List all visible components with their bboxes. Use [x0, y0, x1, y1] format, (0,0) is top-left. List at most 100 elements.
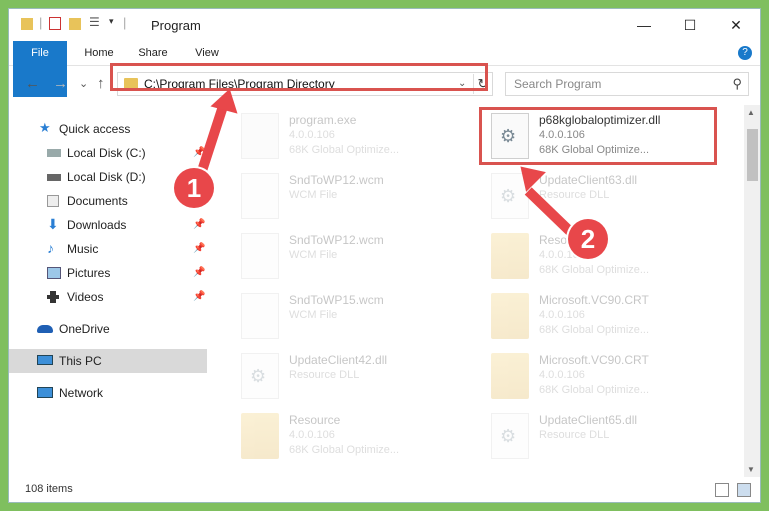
network-icon [37, 387, 53, 398]
folder-icon [241, 413, 279, 459]
forward-button[interactable]: → [53, 75, 68, 92]
large-icons-view-icon[interactable] [737, 483, 751, 497]
pin-icon[interactable]: 📌 [193, 213, 205, 237]
sidebar-item-videos[interactable]: Videos 📌 [9, 285, 207, 309]
back-button[interactable]: ← [25, 75, 40, 92]
folder-icon [491, 233, 529, 279]
recent-locations-button[interactable]: ⌄ [79, 77, 88, 90]
sidebar-item-music[interactable]: ♪ Music 📌 [9, 237, 207, 261]
cloud-icon [37, 325, 53, 333]
doc-icon [241, 233, 279, 279]
doc-icon [241, 173, 279, 219]
sidebar-item-this-pc[interactable]: This PC [9, 349, 207, 373]
file-item[interactable]: SndToWP12.wcm WCM File [233, 169, 469, 225]
file-name: UpdateClient65.dll [539, 413, 638, 427]
pin-icon[interactable]: 📌 [193, 237, 205, 261]
pin-icon[interactable]: 📌 [193, 285, 205, 309]
file-item[interactable]: ⚙ UpdateClient65.dll Resource DLL [483, 409, 719, 465]
videos-icon [47, 291, 59, 303]
sidebar-item-label: Network [59, 386, 104, 400]
file-description: 68K Global Optimize... [539, 264, 650, 276]
maximize-button[interactable]: ☐ [667, 9, 713, 41]
sidebar-item-label: Downloads [67, 218, 127, 232]
sidebar-item-network[interactable]: Network [9, 381, 207, 405]
folder-icon [21, 18, 33, 30]
file-name: UpdateClient42.dll [289, 353, 388, 367]
file-description: 68K Global Optimize... [289, 444, 400, 456]
file-type: WCM File [289, 249, 338, 261]
separator: | [39, 15, 43, 30]
scroll-up-icon[interactable]: ▲ [747, 108, 755, 117]
file-item[interactable]: Microsoft.VC90.CRT 4.0.0.106 68K Global … [483, 349, 719, 405]
file-item[interactable]: SndToWP12.wcm WCM File [233, 229, 469, 285]
file-description: 68K Global Optimize... [539, 324, 650, 336]
pictures-icon [47, 267, 61, 279]
title-bar: | ☰ ▾ | Program — ☐ ✕ [9, 9, 760, 41]
tab-home[interactable]: Home [77, 41, 121, 65]
file-type: WCM File [289, 189, 338, 201]
navigation-pane: ★ Quick access Local Disk (C:) 📌 Local D… [9, 105, 214, 477]
file-version: 4.0.0.106 [539, 309, 585, 321]
file-name: Microsoft.VC90.CRT [539, 353, 649, 367]
file-name: SndToWP12.wcm [289, 173, 384, 187]
sidebar-item-local-disk-c[interactable]: Local Disk (C:) 📌 [9, 141, 207, 165]
gear-icon: ⚙ [500, 426, 517, 446]
file-version: 4.0.0.106 [289, 429, 335, 441]
sidebar-item-label: Quick access [59, 122, 131, 136]
close-button[interactable]: ✕ [713, 9, 759, 41]
file-item[interactable]: program.exe 4.0.0.106 68K Global Optimiz… [233, 109, 469, 165]
sidebar-item-label: This PC [59, 354, 102, 368]
file-type: Resource DLL [539, 429, 610, 441]
pc-icon [37, 355, 53, 365]
file-description: 68K Global Optimize... [539, 384, 650, 396]
details-view-icon[interactable] [715, 483, 729, 497]
tab-share[interactable]: Share [131, 41, 175, 65]
minimize-button[interactable]: — [621, 9, 667, 41]
sidebar-item-pictures[interactable]: Pictures 📌 [9, 261, 207, 285]
sidebar-item-downloads[interactable]: ⬇ Downloads 📌 [9, 213, 207, 237]
tab-view[interactable]: View [185, 41, 229, 65]
window-title: Program [151, 18, 201, 33]
scroll-thumb[interactable] [747, 129, 758, 181]
sidebar-item-label: Pictures [67, 266, 111, 280]
pin-icon[interactable]: 📌 [193, 261, 205, 285]
vertical-scrollbar[interactable]: ▲ ▼ [744, 105, 760, 477]
step-badge-1: 1 [174, 168, 214, 208]
sidebar-item-label: Local Disk (C:) [67, 146, 146, 160]
properties-icon[interactable] [49, 17, 61, 30]
star-icon: ★ [39, 120, 51, 135]
gear-icon: ⚙ [500, 186, 517, 206]
file-item[interactable]: ⚙ UpdateClient42.dll Resource DLL [233, 349, 469, 405]
file-version: 4.0.0.106 [289, 129, 335, 141]
file-item[interactable]: Microsoft.VC90.CRT 4.0.0.106 68K Global … [483, 289, 719, 345]
file-item[interactable]: SndToWP15.wcm WCM File [233, 289, 469, 345]
file-type: Resource DLL [289, 369, 360, 381]
search-icon[interactable]: ⚲ [732, 76, 742, 92]
file-name: UpdateClient63.dll [539, 173, 638, 187]
download-icon: ⬇ [47, 216, 59, 232]
customize-toolbar-icon[interactable]: ☰ [89, 15, 100, 29]
documents-icon [47, 195, 59, 207]
drive-icon [47, 149, 61, 157]
dll-icon: ⚙ [241, 353, 279, 399]
status-bar: 108 items [9, 479, 760, 502]
scroll-down-icon[interactable]: ▼ [747, 465, 755, 474]
file-type: WCM File [289, 309, 338, 321]
folder-icon [491, 353, 529, 399]
file-name: SndToWP12.wcm [289, 233, 384, 247]
sidebar-item-label: Music [67, 242, 99, 256]
help-icon[interactable]: ? [738, 46, 752, 60]
file-item[interactable]: Resource 4.0.0.106 68K Global Optimize..… [233, 409, 469, 465]
sidebar-item-label: OneDrive [59, 322, 110, 336]
new-folder-icon[interactable] [69, 18, 81, 30]
file-name: Resource [289, 413, 341, 427]
sidebar-item-onedrive[interactable]: OneDrive [9, 317, 207, 341]
file-name: SndToWP15.wcm [289, 293, 384, 307]
search-input[interactable]: Search Program ⚲ [505, 72, 749, 96]
sidebar-item-quick-access[interactable]: ★ Quick access [9, 117, 207, 141]
up-button[interactable]: ↑ [97, 75, 105, 92]
drive-icon [47, 174, 61, 181]
toolbar-dropdown-icon[interactable]: ▾ [109, 16, 114, 27]
folder-icon [491, 293, 529, 339]
file-type: Resource DLL [539, 189, 610, 201]
